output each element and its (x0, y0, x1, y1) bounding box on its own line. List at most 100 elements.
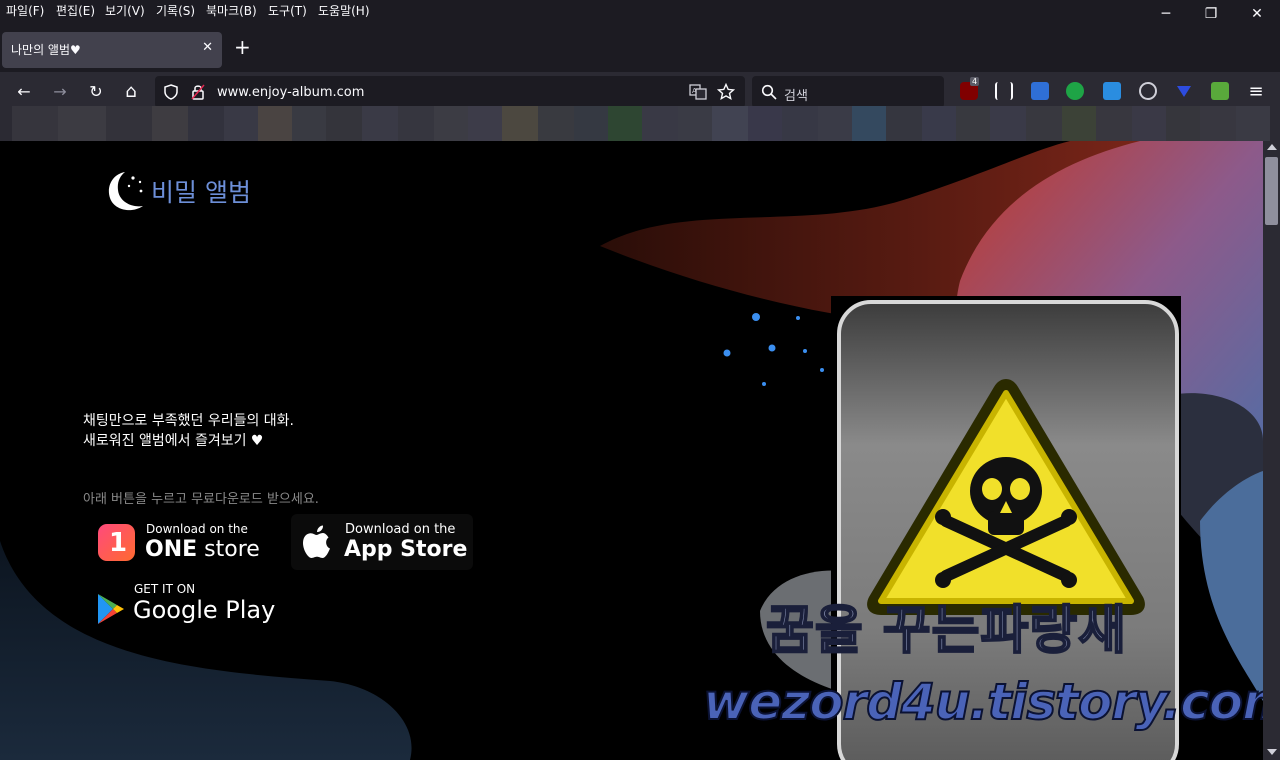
ruler-extension-icon[interactable] (995, 82, 1013, 100)
bookmark-item[interactable] (886, 106, 922, 141)
bookmark-item[interactable] (922, 106, 956, 141)
bookmark-item[interactable] (398, 106, 434, 141)
bookmark-item[interactable] (574, 106, 608, 141)
scrollbar-thumb[interactable] (1265, 157, 1278, 225)
bookmark-item[interactable] (152, 106, 188, 141)
download-caption: 아래 버튼을 누르고 무료다운로드 받으세요. (83, 492, 319, 507)
site-logo-text[interactable]: 비밀 앨범 (151, 173, 251, 209)
bookmark-item[interactable] (1062, 106, 1096, 141)
bookmark-item[interactable] (188, 106, 224, 141)
bookmark-item[interactable] (956, 106, 990, 141)
bookmark-item[interactable] (362, 106, 398, 141)
bookmark-item[interactable] (748, 106, 782, 141)
bookmark-item[interactable] (990, 106, 1026, 141)
bookmark-item[interactable] (258, 106, 292, 141)
home-button[interactable]: ⌂ (121, 82, 141, 102)
watermark-korean: 꿈을 꾸는파랑새 (765, 600, 1127, 662)
tagline-line-2: 새로워진 앨범에서 즐겨보기 ♥ (83, 433, 264, 449)
menu-bookmarks[interactable]: 북마크(B) (206, 2, 257, 19)
google-play-logo-icon (98, 594, 124, 624)
apple-logo-icon (303, 525, 330, 558)
globe-extension-icon[interactable] (1139, 82, 1157, 100)
bookmarks-toolbar (0, 106, 1280, 141)
bookmark-item[interactable] (468, 106, 502, 141)
moon-logo-icon (108, 172, 143, 211)
shield-icon[interactable] (163, 84, 179, 100)
bookmark-item[interactable] (538, 106, 574, 141)
poison-warning-icon (867, 379, 1145, 615)
translate-icon[interactable]: A (689, 84, 707, 100)
url-bar[interactable]: www.enjoy-album.com A (155, 76, 745, 108)
arrow-down-extension-icon[interactable] (1175, 82, 1193, 100)
bookmark-item[interactable] (292, 106, 326, 141)
bookmark-item[interactable] (608, 106, 642, 141)
scroll-up-arrow[interactable] (1267, 144, 1277, 150)
googleplay-small-text: GET IT ON (134, 582, 196, 596)
googleplay-download-button[interactable]: GET IT ON Google Play (88, 579, 278, 631)
ublock-icon[interactable]: 4 (960, 77, 980, 100)
leaf-extension-icon[interactable] (1211, 82, 1229, 100)
new-tab-button[interactable]: + (234, 37, 251, 57)
watermark-url: wezord4u.tistory.com (702, 672, 1263, 732)
bookmark-item[interactable] (326, 106, 362, 141)
bookmark-star-icon[interactable] (717, 83, 735, 101)
search-placeholder: 검색 (784, 89, 808, 104)
bookmark-item[interactable] (782, 106, 818, 141)
googleplay-big-text: Google Play (133, 596, 276, 624)
lock-warning-icon[interactable] (191, 84, 205, 100)
tab-bar: 나만의 앨범♥ ✕ + (0, 28, 1280, 72)
scroll-down-arrow[interactable] (1267, 749, 1277, 755)
appstore-download-button[interactable]: Download on the App Store (291, 514, 473, 570)
bookmark-item[interactable] (642, 106, 678, 141)
menu-file[interactable]: 파일(F) (6, 2, 44, 19)
close-window-button[interactable]: ✕ (1247, 4, 1267, 24)
onestore-download-button[interactable]: 1 Download on the ONE store (88, 514, 278, 572)
bookmark-item[interactable] (712, 106, 748, 141)
page-content: 비밀 앨범 채팅만으로 부족했던 우리들의 대화. 새로워진 앨범에서 즐겨보기… (0, 141, 1263, 760)
bookmark-item[interactable] (224, 106, 258, 141)
search-icon (761, 84, 777, 100)
menu-history[interactable]: 기록(S) (156, 2, 195, 19)
svg-text:A: A (692, 87, 697, 95)
bookmark-item[interactable] (434, 106, 468, 141)
page-scrollbar[interactable] (1263, 141, 1280, 760)
tab-title: 나만의 앨범♥ (11, 43, 81, 57)
menu-view[interactable]: 보기(V) (105, 2, 145, 19)
appstore-small-text: Download on the (345, 522, 456, 537)
reload-button[interactable]: ↻ (86, 82, 106, 102)
app-menu-button[interactable]: ≡ (1246, 82, 1266, 102)
bookmark-item[interactable] (1166, 106, 1200, 141)
search-box[interactable]: 검색 (752, 76, 944, 108)
tab-active[interactable]: 나만의 앨범♥ ✕ (2, 32, 222, 68)
bookmark-item[interactable] (502, 106, 538, 141)
menu-edit[interactable]: 편집(E) (56, 2, 95, 19)
back-button[interactable]: ← (14, 82, 34, 102)
privacy-shield-extension-icon[interactable] (1103, 82, 1121, 100)
bookmark-item[interactable] (1132, 106, 1166, 141)
bookmark-item[interactable] (58, 106, 106, 141)
menu-bar: 파일(F) 편집(E) 보기(V) 기록(S) 북마크(B) 도구(T) 도움말… (0, 0, 1280, 28)
bookmark-item[interactable] (12, 106, 58, 141)
bookmark-item[interactable] (106, 106, 152, 141)
tab-close-icon[interactable]: ✕ (202, 40, 213, 55)
onestore-small-text: Download on the (146, 522, 248, 536)
appstore-big-text: App Store (344, 537, 468, 562)
menu-tools[interactable]: 도구(T) (268, 2, 307, 19)
menu-help[interactable]: 도움말(H) (318, 2, 370, 19)
ublock-badge: 4 (970, 77, 980, 86)
onestore-logo-icon: 1 (98, 524, 135, 561)
bookmark-item[interactable] (818, 106, 852, 141)
naver-extension-icon[interactable] (1066, 82, 1084, 100)
bookmark-item[interactable] (1200, 106, 1236, 141)
bookmark-item[interactable] (852, 106, 886, 141)
bookmark-item[interactable] (1096, 106, 1132, 141)
minimize-button[interactable]: ─ (1156, 4, 1176, 24)
bookmark-item[interactable] (1026, 106, 1062, 141)
tagline-line-1: 채팅만으로 부족했던 우리들의 대화. (83, 413, 294, 429)
bookmark-item[interactable] (1236, 106, 1270, 141)
onestore-big-text: ONE store (145, 537, 260, 562)
restore-button[interactable]: ❐ (1201, 4, 1221, 24)
bookmark-item[interactable] (678, 106, 712, 141)
forward-button[interactable]: → (50, 82, 70, 102)
translator-extension-icon[interactable] (1031, 82, 1049, 100)
